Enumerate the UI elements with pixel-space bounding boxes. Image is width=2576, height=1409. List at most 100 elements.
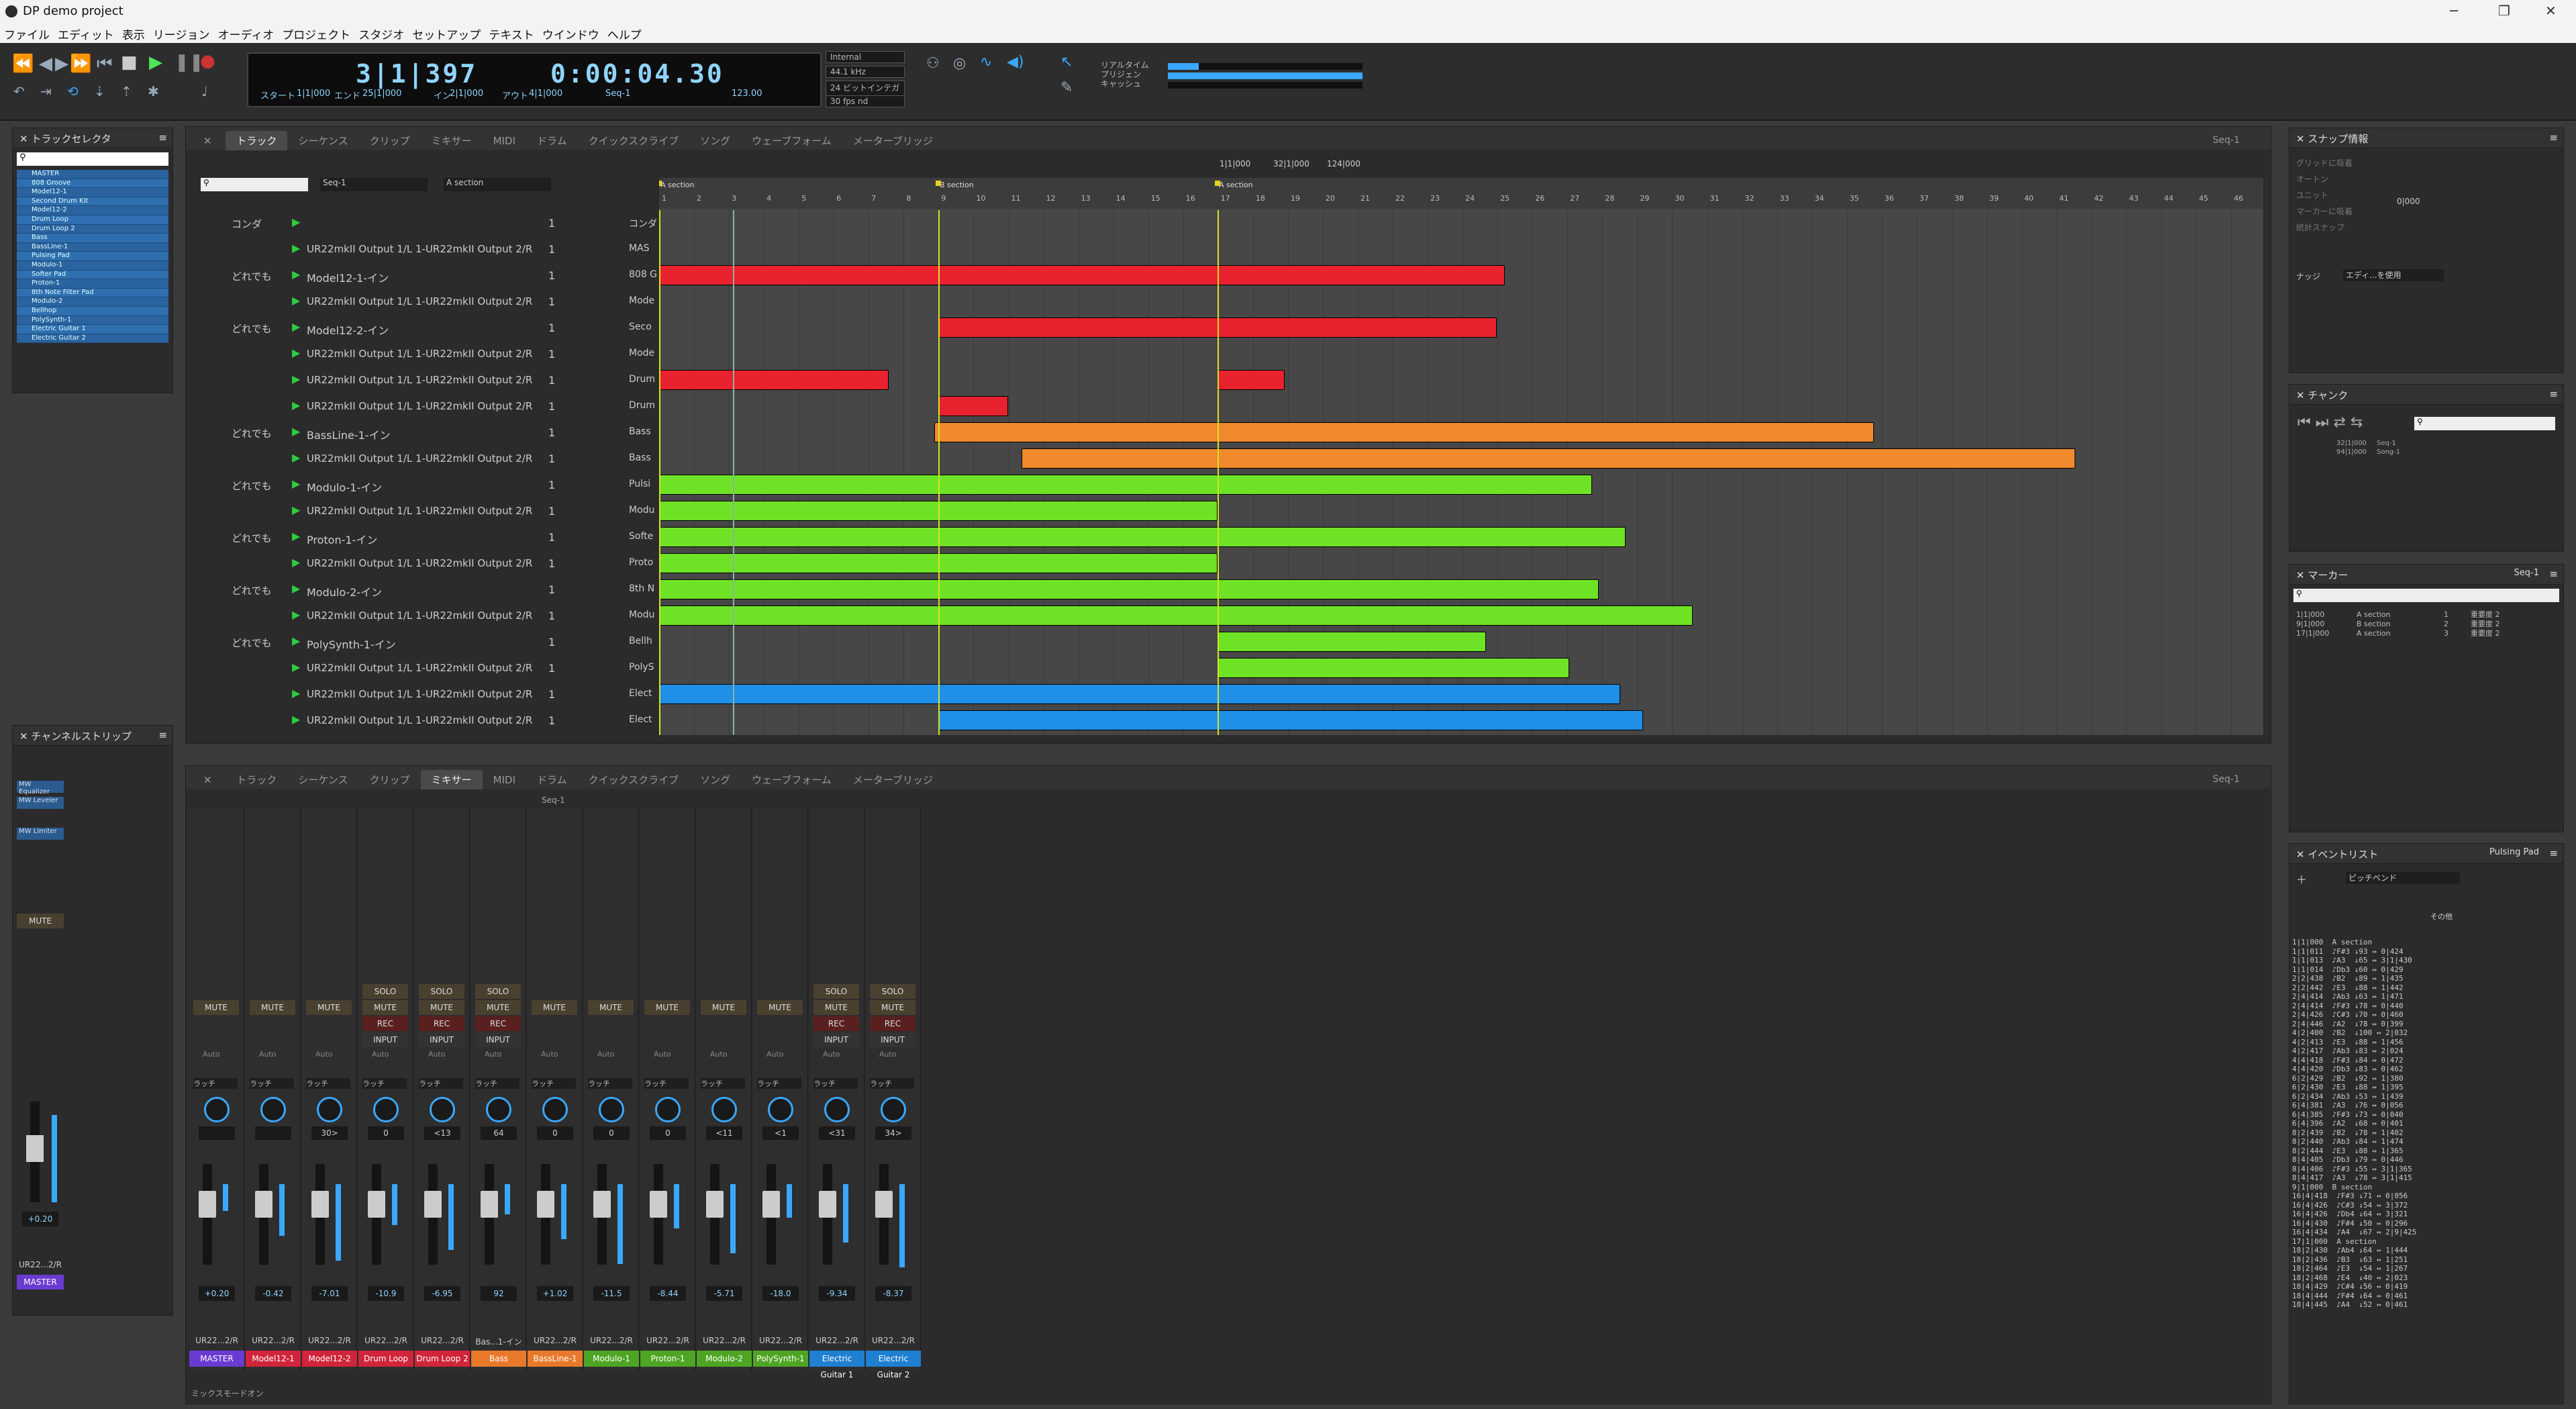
chunk-row[interactable]: 94|1|000 Song-1 [2296,448,2400,457]
track-row[interactable]: UR22mkII Output 1/L 1-UR22mkII Output 2/… [193,550,659,577]
track-selector-item[interactable]: Drum Loop [17,215,168,225]
track-input[interactable]: PolySynth-1-イン [307,636,396,652]
track-row[interactable]: UR22mkII Output 1/L 1-UR22mkII Output 2/… [193,367,659,393]
rec-button[interactable]: REC [362,1016,408,1031]
event-row[interactable]: 6|2|429 ♪B2 ↓92 ↔ 1|380 [2292,1074,2416,1083]
punch-icon[interactable]: ⇥ [40,83,52,99]
event-row[interactable]: 8|2|439 ♪B2 ↓78 ↔ 1|402 [2292,1128,2416,1138]
output-assign[interactable]: UR22...2/R [866,1336,921,1345]
clip[interactable] [659,370,889,390]
event-row[interactable]: 18|4|445 ♪A4 ↓52 ↔ 0|461 [2292,1300,2416,1310]
event-row[interactable]: 18|4|444 ♪F#4 ↓64 ↔ 0|461 [2292,1292,2416,1301]
marker-row[interactable]: 9|1|000 B section 2 重要度 2 [2296,618,2557,628]
fast-forward-icon[interactable]: ⏩ [70,54,91,74]
menu-region[interactable]: リージョン [149,23,214,45]
snap-value[interactable]: 0|000 [2397,197,2420,206]
clip[interactable] [938,710,1643,730]
event-row[interactable]: 2|4|414 ♪F#3 ↓78 ↔ 0|440 [2292,1002,2416,1011]
track-selector-item[interactable]: Modulo-1 [17,260,168,271]
menu-setup[interactable]: セットアップ [408,23,485,45]
volume-fader[interactable] [481,1164,498,1265]
main-counter[interactable]: 3|1|397 0:00:04.30 スタート 1|1|000 エンド 25|1… [247,52,822,107]
fader-cap[interactable] [875,1191,893,1218]
volume-fader[interactable] [255,1164,273,1265]
menu-window[interactable]: ウインドウ [538,23,603,45]
event-row[interactable]: 2|2|438 ♪B2 ↓89 ↔ 1|435 [2292,974,2416,983]
sync-source[interactable]: Internal [826,51,905,63]
play-enable-icon[interactable]: ▶ [292,294,300,307]
chunk-search-input[interactable]: ⚲ [2414,417,2555,430]
solo-button[interactable]: SOLO [475,984,521,999]
output-assign[interactable]: UR22...2/R [189,1336,244,1345]
track-output[interactable]: UR22mkII Output 1/L 1-UR22mkII Output 2/… [307,688,532,700]
pan-value[interactable]: 0 [368,1126,404,1140]
automation-mode[interactable]: ラッチ [701,1078,745,1089]
track-row[interactable]: どれでも Model12-2-イン 1 Seco ▶ [193,315,659,341]
loop-length[interactable]: 124|000 [1327,159,1360,168]
close-icon[interactable]: ✕ [19,133,31,145]
track-output[interactable]: UR22mkII Output 1/L 1-UR22mkII Output 2/… [307,295,532,307]
mute-button[interactable]: MUTE [757,1000,803,1015]
volume-value[interactable]: -6.95 [424,1286,460,1301]
output-assign[interactable]: UR22...2/R [584,1336,639,1345]
snap-to-markers[interactable]: マーカーに吸着 [2296,203,2557,220]
step-back-icon[interactable]: ◀ [39,54,52,74]
out-value[interactable]: 4|1|000 [529,89,562,99]
play-enable-icon[interactable]: ▶ [292,634,300,647]
event-row[interactable]: 16|4|418 ♪F#3 ↓71 ↔ 0|056 [2292,1192,2416,1201]
track-row[interactable]: UR22mkII Output 1/L 1-UR22mkII Output 2/… [193,393,659,420]
volume-fader[interactable] [706,1164,724,1265]
undo-icon[interactable]: ↶ [13,83,25,99]
track-selector-item[interactable]: Model12-1 [17,188,168,197]
play-enable-icon[interactable]: ▶ [292,399,300,411]
mute-button[interactable]: MUTE [419,1000,464,1015]
volume-value[interactable]: -7.01 [311,1286,348,1301]
volume-value[interactable]: -11.5 [593,1286,630,1301]
event-row[interactable]: 8|4|406 ♪F#3 ↓55 ↔ 3|1|365 [2292,1165,2416,1174]
pan-value[interactable]: <1 [762,1126,799,1140]
volume-fader[interactable] [311,1164,329,1265]
timeline[interactable]: 1 2 3 4 5 6 7 8 9 10 11 12 13 14 15 16 17 18 19 20 21 22 23 24 2… [659,178,2263,735]
tab-quickscribe[interactable]: クイックスクライブ [578,131,690,150]
track-row[interactable]: どれでも BassLine-1-イン 1 Bass ▶ [193,420,659,446]
track-output[interactable]: UR22mkII Output 1/L 1-UR22mkII Output 2/… [307,557,532,569]
play-enable-icon[interactable]: ▶ [292,477,300,490]
rec-button[interactable]: REC [870,1016,915,1031]
clip[interactable] [659,475,1592,495]
mute-button[interactable]: MUTE [306,1000,352,1015]
menu-edit[interactable]: エディット [54,23,118,45]
pan-value[interactable]: <11 [706,1126,742,1140]
speaker-icon[interactable]: ◀) [1007,54,1024,70]
automation-mode[interactable]: ラッチ [250,1078,294,1089]
event-row[interactable]: 16|4|430 ♪F#4 ↓50 ↔ 0|296 [2292,1219,2416,1228]
fader-cap[interactable] [650,1191,667,1218]
event-row[interactable]: 4|4|420 ♪Db3 ↓83 ↔ 0|462 [2292,1065,2416,1074]
pan-value[interactable]: 0 [537,1126,573,1140]
sequence-select[interactable]: Seq-1 [320,178,428,191]
menu-project[interactable]: プロジェクト [278,23,354,45]
track-selector-item[interactable]: Proton-1 [17,279,168,289]
event-row[interactable]: 8|4|405 ♪Db3 ↓79 ↔ 0|446 [2292,1155,2416,1165]
track-input[interactable]: Modulo-2-イン [307,583,382,599]
track-selector-item[interactable]: Bass [17,234,168,243]
sequence-menu[interactable]: Seq-1 [2202,132,2250,148]
track-row[interactable]: UR22mkII Output 1/L 1-UR22mkII Output 2/… [193,655,659,681]
play-enable-icon[interactable]: ▶ [292,713,300,726]
metronome-icon[interactable]: ♩ [201,83,207,99]
clip[interactable] [659,265,1505,285]
pan-knob[interactable] [542,1097,568,1122]
track-row[interactable]: どれでも Modulo-1-イン 1 Pulsi ▶ [193,472,659,498]
clip[interactable] [938,396,1008,416]
pan-knob[interactable] [655,1097,681,1122]
event-row[interactable]: 16|4|434 ♪A4 ↓67 ↔ 2|9|425 [2292,1228,2416,1237]
track-output[interactable]: UR22mkII Output 1/L 1-UR22mkII Output 2/… [307,348,532,360]
track-output[interactable]: UR22mkII Output 1/L 1-UR22mkII Output 2/… [307,714,532,726]
volume-fader[interactable] [368,1164,385,1265]
mute-button[interactable]: MUTE [475,1000,521,1015]
track-selector-item[interactable]: Modulo-2 [17,297,168,307]
play-enable-icon[interactable]: ▶ [292,425,300,438]
input-button[interactable]: INPUT [813,1032,859,1047]
event-row[interactable]: 18|2|464 ♪E3 ↓54 ↔ 1|267 [2292,1264,2416,1273]
input-button[interactable]: INPUT [419,1032,464,1047]
menu-file[interactable]: ファイル [0,23,54,45]
